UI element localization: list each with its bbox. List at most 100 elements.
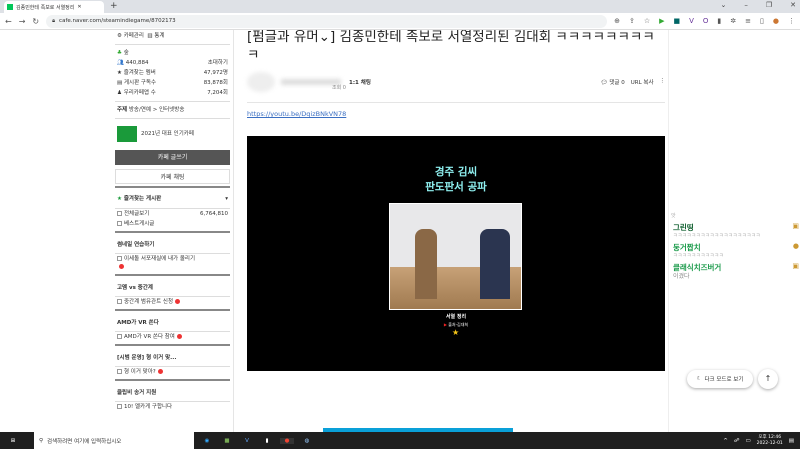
one-on-one-chat-button[interactable]: 1:1 채팅 (349, 78, 371, 86)
forward-icon[interactable]: → (19, 17, 26, 26)
board-icon (117, 211, 122, 216)
extension-icon[interactable]: ▶ (659, 17, 664, 25)
cafe-sidebar: ⚙ 카페관리 ▥ 통계 ♣ 숲 👥︎ 440,884 초대하기 ★ 즐겨찾는 멤버… (115, 30, 230, 412)
scroll-top-button[interactable]: ↑ (758, 369, 778, 389)
side-panel-icon[interactable]: ▯ (760, 17, 764, 25)
network-icon[interactable]: ☍ (734, 438, 740, 444)
address-bar-row: ← → ↻ 🔒︎ cafe.naver.com/steamindiegame/8702… (0, 13, 800, 30)
taskbar-search[interactable]: ⚲ 검색하려면 여기에 입력하십시오 (34, 432, 194, 449)
video-source: 출처-김대희 (448, 322, 469, 327)
comment-author[interactable]: 둥거짭치 (673, 243, 701, 252)
write-post-button[interactable]: 카페 글쓰기 (115, 150, 230, 165)
board-link[interactable]: 이세돌 서포재실에 내가 올리기 (117, 255, 195, 271)
member-count[interactable]: 👥︎ 440,884 (117, 59, 148, 67)
extension-v-icon[interactable]: V (689, 17, 694, 25)
board-icon (117, 369, 122, 374)
notification-icon[interactable]: ▤ (789, 438, 794, 444)
tab-search-icon[interactable]: ⌄ (720, 1, 726, 9)
level-label: 숲 (123, 50, 129, 56)
dark-mode-button[interactable]: ☾ 다크 모드로 보기 (687, 370, 753, 388)
level: ♣ 숲 (117, 49, 129, 57)
tray-chevron-icon[interactable]: ^ (723, 438, 728, 444)
view-count: 조회 0 (332, 85, 346, 91)
extension-icon[interactable]: ▮ (717, 17, 721, 25)
date: 2022-12-01 (756, 440, 783, 446)
board-link[interactable]: 10! 멜카게 구합니다 (117, 403, 172, 411)
board-link[interactable]: 베스트게시글 (117, 220, 154, 228)
url-text: cafe.naver.com/steamindiegame/8702173 (59, 18, 176, 24)
zoom-icon[interactable]: ⊕ (614, 17, 620, 25)
comment-button[interactable]: 💬︎ 댓글 0 (601, 78, 625, 86)
board-link[interactable]: 형 이거 맞아? (117, 368, 163, 376)
tab-bar: 김종민한테 족보로 서열정리 ✕ + ⌄ – ❐ ✕ (0, 0, 800, 13)
tab-title: 김종민한테 족보로 서열정리 (16, 4, 75, 11)
cafe-page: ⚙ 카페관리 ▥ 통계 ♣ 숲 👥︎ 440,884 초대하기 ★ 즐겨찾는 멤버… (0, 30, 800, 432)
dropdown-icon[interactable]: ▾ (225, 195, 228, 203)
video-frame (389, 203, 522, 310)
share-icon[interactable]: ⇪ (629, 17, 635, 25)
cafe-chat-button[interactable]: 카페 채팅 (115, 169, 230, 184)
cafe-manage-label: 카페관리 (123, 33, 144, 39)
comment-author[interactable]: 클래식치즈버거 (673, 263, 721, 272)
cafe-manage-link[interactable]: ⚙ 카페관리 ▥ 통계 (117, 32, 165, 40)
app-v-icon[interactable]: V (240, 438, 254, 444)
stat-label-text: 우리카페앱 수 (123, 90, 156, 96)
extension-o-icon[interactable]: O (703, 17, 709, 25)
comment-text: ㅋㅋㅋㅋㅋㅋㅋㅋㅋㅋㅋㅋㅋㅋㅋㅋㅋㅋㅋ (673, 233, 761, 239)
board-label: 중간계 범유관트 신청 (124, 299, 174, 305)
more-icon[interactable]: ⋮ (660, 78, 666, 86)
volume-icon[interactable]: ▭ (745, 438, 750, 444)
reload-icon[interactable]: ↻ (32, 17, 39, 26)
maximize-button[interactable]: ❐ (766, 1, 772, 9)
extension-icon[interactable]: ■ (673, 17, 680, 25)
board-link[interactable]: AMD가 VR 쏜다 참여 (117, 333, 182, 341)
video-title-line2: 판도판서 공파 (425, 181, 487, 193)
edge-icon[interactable]: ◉ (200, 438, 214, 444)
windows-start-icon[interactable]: ⊞ (6, 438, 20, 444)
board-icon (117, 334, 122, 339)
board-label: 전체글보기 (124, 211, 150, 217)
puzzle-icon[interactable]: ✲ (730, 17, 736, 25)
board-link[interactable]: 전체글보기 (117, 210, 149, 218)
board-label: 이세돌 서포재실에 내가 올리기 (124, 256, 196, 262)
members-icon: 👥︎ (117, 60, 124, 66)
author-avatar[interactable] (247, 72, 275, 92)
board-label: 10! 멜카게 구합니다 (124, 404, 173, 410)
comment-author[interactable]: 그린띵 (673, 223, 694, 232)
theme-value[interactable]: 방송/연예 > 인터넷방송 (129, 107, 185, 113)
back-icon[interactable]: ← (5, 17, 12, 26)
window-close-button[interactable]: ✕ (790, 1, 796, 9)
steam-icon[interactable]: ◍ (300, 438, 314, 444)
new-badge-icon (176, 334, 182, 339)
video-caption: 서열 정리 (445, 314, 467, 320)
url-input[interactable]: 🔒︎ cafe.naver.com/steamindiegame/8702173 (46, 14, 608, 28)
bookmark-star-icon[interactable]: ☆ (644, 17, 650, 25)
video-player[interactable]: 경주 김씨 판도판서 공파 서열 정리 ▶ 출처-김대희 ★ (247, 136, 665, 371)
clock[interactable]: 오후 12:46 2022-12-01 (757, 435, 783, 447)
board-label: 형 이거 맞아? (124, 369, 156, 375)
menu-icon[interactable]: ⋮ (788, 17, 795, 25)
new-tab-button[interactable]: + (110, 1, 118, 11)
comment-text: ㅋㅋㅋㅋㅋㅋㅋㅋㅋㅋㅋ (673, 253, 724, 259)
board-group-title: [시범 운영] 형 이거 맞... (117, 355, 177, 361)
board-group-title: 클립비 송거 지원 (117, 390, 157, 396)
stat-label: ★ 즐겨찾는 멤버 (117, 70, 156, 76)
app-icon[interactable]: ▮ (260, 438, 274, 444)
invite-link[interactable]: 초대하기 (208, 59, 228, 67)
reading-list-icon[interactable]: ≡ (745, 17, 751, 25)
favorite-boards-header[interactable]: ★ 즐겨찾는 게시판 (117, 195, 161, 203)
board-group-title: 고멤 vs 중간계 (117, 285, 153, 291)
browser-tab[interactable]: 김종민한테 족보로 서열정리 ✕ (4, 1, 104, 13)
board-group-title: 썸네일 연습하기 (117, 242, 155, 248)
fav-header-label: 즐겨찾는 게시판 (123, 196, 162, 202)
minecraft-icon[interactable]: ■ (220, 438, 234, 444)
minimize-button[interactable]: – (744, 1, 748, 9)
profile-avatar[interactable]: ● (773, 17, 779, 25)
board-link[interactable]: 중간계 범유관트 신청 (117, 298, 181, 306)
theme: 주제 방송/연예 > 인터넷방송 (117, 106, 184, 114)
chrome-icon[interactable]: ● (280, 437, 294, 444)
close-icon[interactable]: ✕ (77, 4, 81, 10)
youtube-link[interactable]: https://youtu.be/DqizBNkVN78 (247, 110, 665, 118)
url-copy-button[interactable]: URL 복사 (631, 78, 654, 86)
board-icon (117, 404, 122, 409)
